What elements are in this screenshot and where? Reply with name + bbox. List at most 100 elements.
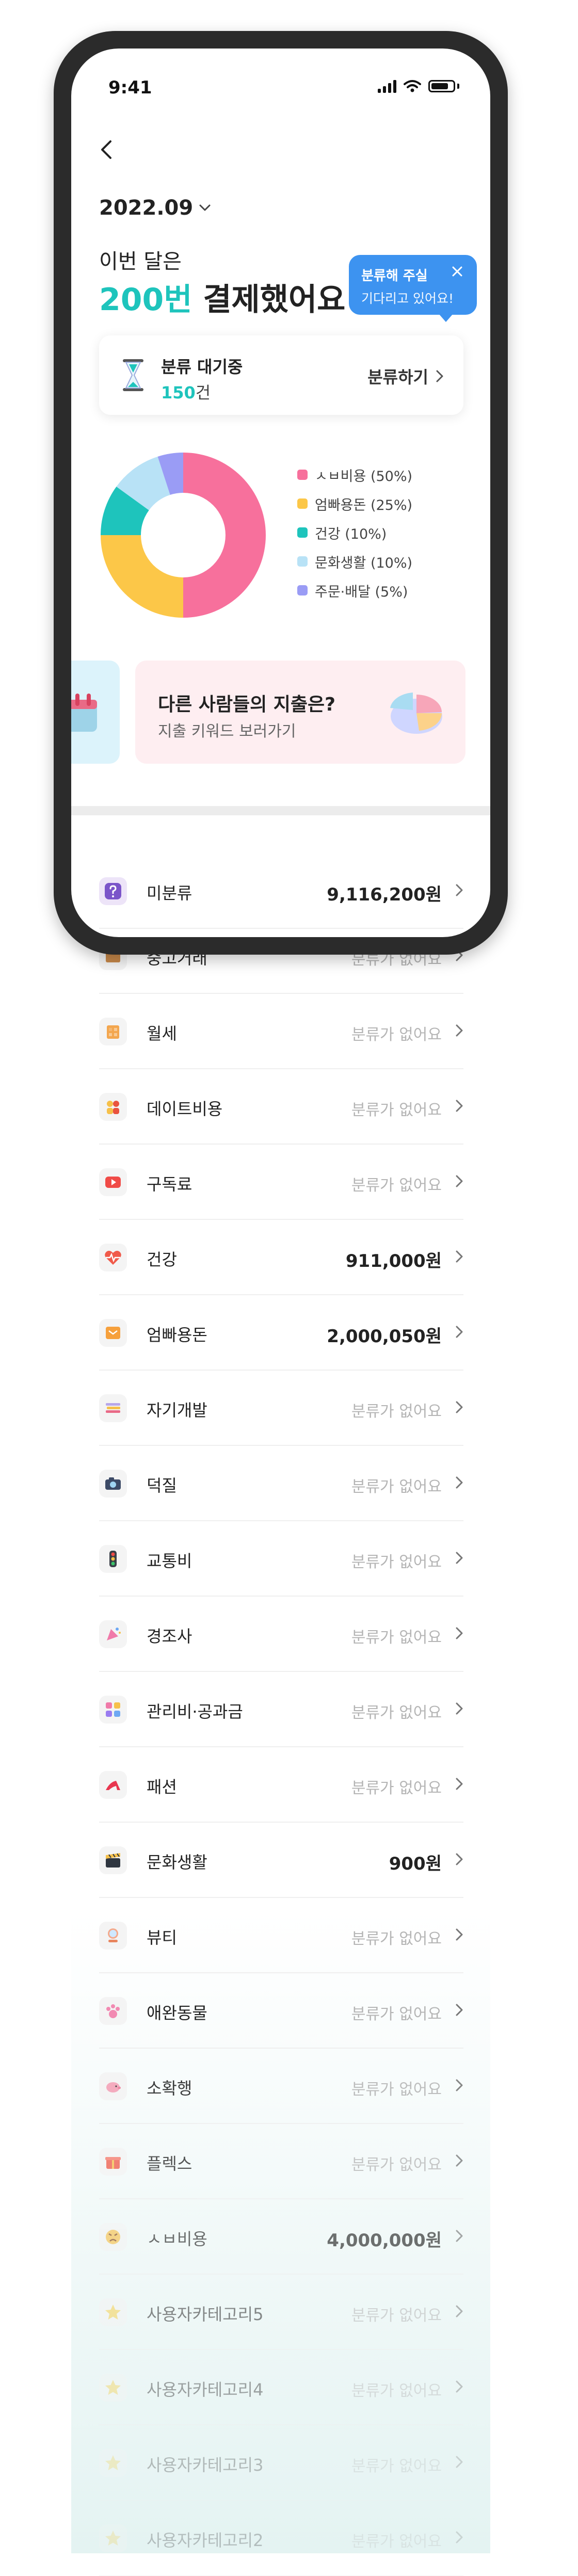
category-row[interactable]: 경조사 분류가 없어요: [99, 1597, 463, 1672]
category-row[interactable]: 데이트비용 분류가 없어요: [99, 1069, 463, 1145]
chevron-right-icon: [456, 1853, 463, 1865]
close-icon[interactable]: [451, 265, 463, 278]
star-icon: [99, 2374, 127, 2402]
category-row[interactable]: 월세 분류가 없어요: [99, 994, 463, 1069]
chevron-right-icon: [456, 2004, 463, 2016]
category-row[interactable]: 뷰티 분류가 없어요: [99, 1898, 463, 1973]
category-row[interactable]: 교통비 분류가 없어요: [99, 1521, 463, 1597]
gift-icon: [99, 2148, 127, 2176]
category-row[interactable]: 문화생활 900원: [99, 1823, 463, 1898]
category-row[interactable]: 관리비·공과금 분류가 없어요: [99, 1672, 463, 1747]
category-name: 미분류: [147, 883, 192, 903]
category-row[interactable]: 패션 분류가 없어요: [99, 1747, 463, 1823]
category-row[interactable]: 사용자카테고리2 분류가 없어요: [99, 2501, 463, 2576]
category-row[interactable]: 덕질 분류가 없어요: [99, 1446, 463, 1521]
category-row[interactable]: 건강 911,000원: [99, 1220, 463, 1295]
legend-item: 주문·배달 (5%): [297, 576, 412, 605]
promo-card-previous[interactable]: [71, 661, 120, 764]
battery-icon: [428, 80, 455, 92]
chevron-right-icon: [456, 2305, 463, 2317]
category-row[interactable]: 외식분류가 없어요: [99, 929, 463, 937]
headline: 200번 결제했어요: [99, 275, 345, 319]
category-row[interactable]: 자기개발 분류가 없어요: [99, 1371, 463, 1446]
category-name: 건강: [147, 1250, 177, 1269]
building-icon: [99, 1018, 127, 1045]
angry-face-icon: [99, 2223, 127, 2251]
others-spending-promo-card[interactable]: 다른 사람들의 지출은? 지출 키워드 보러가기: [135, 661, 465, 764]
category-row[interactable]: ㅅㅂ비용 4,000,000원: [99, 2199, 463, 2275]
couple-icon: [99, 1093, 127, 1121]
promo-subtitle: 지출 키워드 보러가기: [158, 722, 296, 740]
legend-label: 엄빠용돈 (25%): [315, 497, 413, 513]
chevron-right-icon: [456, 1401, 463, 1413]
question-icon: [99, 877, 127, 905]
chart-legend: ㅅㅂ비용 (50%) 엄빠용돈 (25%) 건강 (10%) 문화생활 (10%) 주문…: [297, 460, 412, 605]
category-name: 데이트비용: [147, 1099, 223, 1119]
category-row[interactable]: 사용자카테고리5 분류가 없어요: [99, 2275, 463, 2350]
category-amount: 분류가 없어요: [351, 1177, 442, 1195]
month-selector[interactable]: 2022.09: [99, 196, 212, 220]
category-row[interactable]: 사용자카테고리3 분류가 없어요: [99, 2425, 463, 2501]
category-amount: 분류가 없어요: [351, 2382, 442, 2400]
play-icon: [99, 1168, 127, 1196]
category-amount: 분류가 없어요: [351, 2156, 442, 2174]
chevron-right-icon: [456, 1552, 463, 1564]
tooltip-line2: 기다리고 있어요!: [361, 291, 454, 306]
mirror-icon: [99, 1922, 127, 1950]
category-amount: 분류가 없어요: [351, 1704, 442, 1722]
chevron-right-icon: [456, 1928, 463, 1941]
legend-item: ㅅㅂ비용 (50%): [297, 460, 412, 489]
category-amount: 분류가 없어요: [351, 1779, 442, 1797]
chevron-right-icon: [456, 1778, 463, 1790]
grid-icon: [99, 1696, 127, 1724]
party-icon: [99, 1620, 127, 1648]
pending-label: 분류 대기중: [161, 357, 243, 377]
category-name: 교통비: [147, 1551, 192, 1571]
category-name: 뷰티: [147, 1928, 177, 1947]
signal-icon: [378, 79, 396, 93]
category-name: 사용자카테고리2: [147, 2531, 264, 2550]
tooltip-line1: 분류해 주실: [361, 268, 428, 284]
category-name: ㅅㅂ비용: [147, 2229, 207, 2249]
legend-swatch: [297, 498, 308, 509]
category-name: 애완동물: [147, 2003, 207, 2023]
headline-subtitle: 이번 달은: [99, 250, 182, 273]
pending-count-unit: 건: [195, 383, 211, 403]
chevron-right-icon: [456, 1100, 463, 1112]
envelope-icon: [99, 1319, 127, 1347]
pending-count: 150건: [161, 380, 211, 404]
classify-button-label: 분류하기: [367, 367, 428, 387]
chevron-right-icon: [456, 1476, 463, 1489]
legend-swatch: [297, 470, 308, 480]
category-amount: 2,000,050원: [327, 1326, 442, 1347]
category-name: 월세: [147, 1024, 177, 1043]
category-row[interactable]: 플렉스 분류가 없어요: [99, 2124, 463, 2199]
category-amount: 분류가 없어요: [351, 1101, 442, 1119]
chevron-right-icon: [456, 2380, 463, 2393]
pie-chart-icon: [390, 693, 442, 734]
category-name: 구독료: [147, 1174, 192, 1194]
category-row[interactable]: 소확행 분류가 없어요: [99, 2049, 463, 2124]
category-amount: 분류가 없어요: [351, 2457, 442, 2475]
classify-button[interactable]: 분류하기: [367, 364, 444, 388]
calendar-icon: [71, 694, 97, 732]
category-amount: 분류가 없어요: [351, 2081, 442, 2099]
category-amount: 4,000,000원: [327, 2230, 442, 2251]
category-row[interactable]: 미분류 9,116,200원: [99, 854, 463, 929]
clapper-icon: [99, 1846, 127, 1874]
category-row[interactable]: 구독료 분류가 없어요: [99, 1145, 463, 1220]
category-amount: 분류가 없어요: [351, 1930, 442, 1948]
chevron-right-icon: [456, 2154, 463, 2167]
category-amount: 분류가 없어요: [351, 1026, 442, 1044]
paw-icon: [99, 1997, 127, 2025]
category-row[interactable]: 엄빠용돈 2,000,050원: [99, 1295, 463, 1371]
category-row[interactable]: 애완동물 분류가 없어요: [99, 1973, 463, 2049]
pending-classification-card[interactable]: 분류 대기중 150건 분류하기: [99, 335, 463, 415]
category-row[interactable]: 사용자카테고리4 분류가 없어요: [99, 2350, 463, 2425]
chevron-right-icon: [456, 1250, 463, 1263]
chevron-down-icon: [199, 204, 211, 211]
back-arrow-icon[interactable]: [97, 139, 116, 160]
month-label: 2022.09: [99, 196, 194, 220]
category-name: 플렉스: [147, 2154, 192, 2174]
category-name: 사용자카테고리4: [147, 2380, 264, 2400]
